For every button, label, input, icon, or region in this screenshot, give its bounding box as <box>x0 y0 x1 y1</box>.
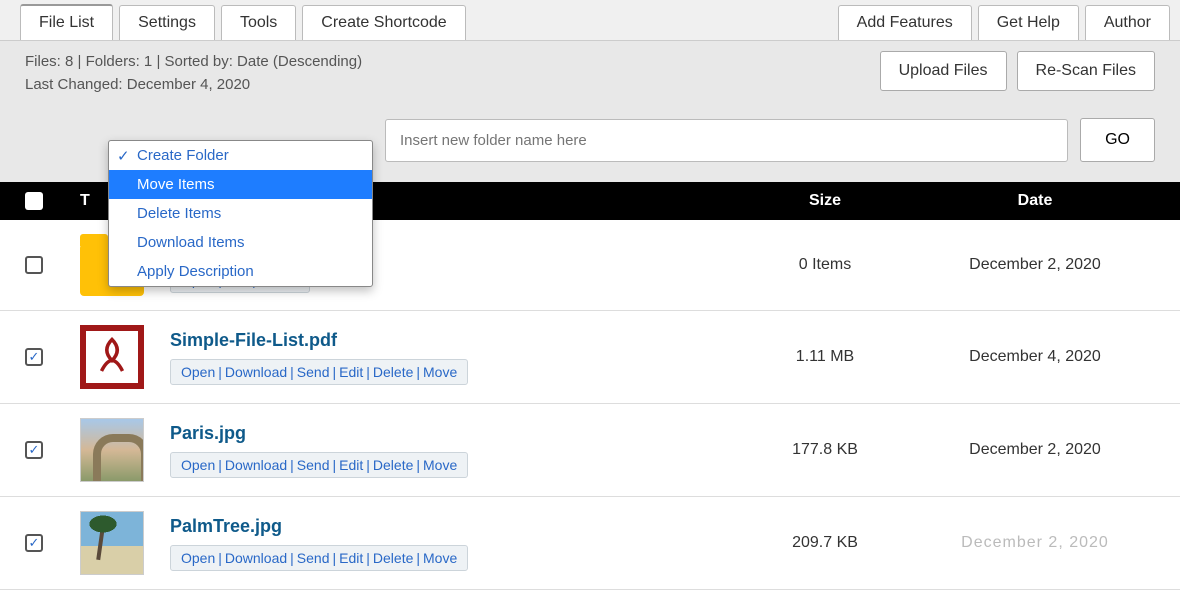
file-date: December 4, 2020 <box>915 348 1155 366</box>
tab-get-help[interactable]: Get Help <box>978 5 1079 40</box>
pdf-icon[interactable] <box>80 325 144 389</box>
dropdown-option-download-items[interactable]: Download Items <box>109 228 372 257</box>
file-size: 1.11 MB <box>735 348 915 366</box>
file-size: 209.7 KB <box>735 534 915 552</box>
file-actions: Open|Download|Send|Edit|Delete|Move <box>170 452 468 478</box>
file-actions: Open|Download|Send|Edit|Delete|Move <box>170 545 468 571</box>
dropdown-option-move-items[interactable]: Move Items <box>109 170 372 199</box>
upload-files-button[interactable]: Upload Files <box>880 51 1007 91</box>
image-thumbnail[interactable] <box>80 511 144 575</box>
tab-tools[interactable]: Tools <box>221 5 296 40</box>
action-row: Create FolderMove ItemsDelete ItemsDownl… <box>0 106 1180 182</box>
action-download[interactable]: Download <box>225 457 287 473</box>
action-send[interactable]: Send <box>297 364 330 380</box>
table-row: PalmTree.jpg Open|Download|Send|Edit|Dele… <box>0 497 1180 590</box>
dropdown-option-delete-items[interactable]: Delete Items <box>109 199 372 228</box>
go-button[interactable]: GO <box>1080 118 1155 162</box>
image-thumbnail[interactable] <box>80 418 144 482</box>
row-checkbox[interactable] <box>25 441 43 459</box>
row-checkbox[interactable] <box>25 256 43 274</box>
file-size: 177.8 KB <box>735 441 915 459</box>
row-checkbox[interactable] <box>25 534 43 552</box>
file-actions: Open|Download|Send|Edit|Delete|Move <box>170 359 468 385</box>
action-edit[interactable]: Edit <box>339 457 363 473</box>
file-name-link[interactable]: Simple-File-List.pdf <box>170 330 735 351</box>
action-delete[interactable]: Delete <box>373 550 413 566</box>
status-line-2: Last Changed: December 4, 2020 <box>25 74 362 97</box>
tab-add-features[interactable]: Add Features <box>838 5 972 40</box>
tab-create-shortcode[interactable]: Create Shortcode <box>302 5 465 40</box>
action-download[interactable]: Download <box>225 364 287 380</box>
file-size: 0 Items <box>735 256 915 274</box>
row-checkbox[interactable] <box>25 348 43 366</box>
action-download[interactable]: Download <box>225 550 287 566</box>
action-edit[interactable]: Edit <box>339 364 363 380</box>
action-edit[interactable]: Edit <box>339 550 363 566</box>
select-all-checkbox[interactable] <box>25 192 43 210</box>
file-date: December 2, 2020 <box>915 256 1155 274</box>
action-open[interactable]: Open <box>181 550 215 566</box>
dropdown-option-apply-description[interactable]: Apply Description <box>109 257 372 286</box>
dropdown-option-create-folder[interactable]: Create Folder <box>109 141 372 170</box>
status-bar: Files: 8 | Folders: 1 | Sorted by: Date … <box>0 41 1180 106</box>
action-move[interactable]: Move <box>423 550 457 566</box>
table-row: Paris.jpg Open|Download|Send|Edit|Delete|… <box>0 404 1180 497</box>
tab-file-list[interactable]: File List <box>20 4 113 40</box>
file-name-link[interactable]: PalmTree.jpg <box>170 516 735 537</box>
action-send[interactable]: Send <box>297 457 330 473</box>
header-date[interactable]: Date <box>915 192 1155 210</box>
action-open[interactable]: Open <box>181 457 215 473</box>
action-move[interactable]: Move <box>423 457 457 473</box>
action-delete[interactable]: Delete <box>373 457 413 473</box>
folder-name-input[interactable] <box>385 119 1068 162</box>
file-date: December 2, 2020 <box>915 441 1155 459</box>
action-move[interactable]: Move <box>423 364 457 380</box>
tab-settings[interactable]: Settings <box>119 5 215 40</box>
file-name-link[interactable]: Paris.jpg <box>170 423 735 444</box>
file-date: December 2, 2020 <box>915 534 1155 552</box>
header-size[interactable]: Size <box>735 192 915 210</box>
tab-author[interactable]: Author <box>1085 5 1170 40</box>
action-send[interactable]: Send <box>297 550 330 566</box>
action-delete[interactable]: Delete <box>373 364 413 380</box>
table-row: Simple-File-List.pdf Open|Download|Send|E… <box>0 311 1180 404</box>
status-line-1: Files: 8 | Folders: 1 | Sorted by: Date … <box>25 51 362 74</box>
action-open[interactable]: Open <box>181 364 215 380</box>
top-tabs: File ListSettingsToolsCreate Shortcode Ad… <box>0 0 1180 41</box>
rescan-files-button[interactable]: Re-Scan Files <box>1017 51 1155 91</box>
